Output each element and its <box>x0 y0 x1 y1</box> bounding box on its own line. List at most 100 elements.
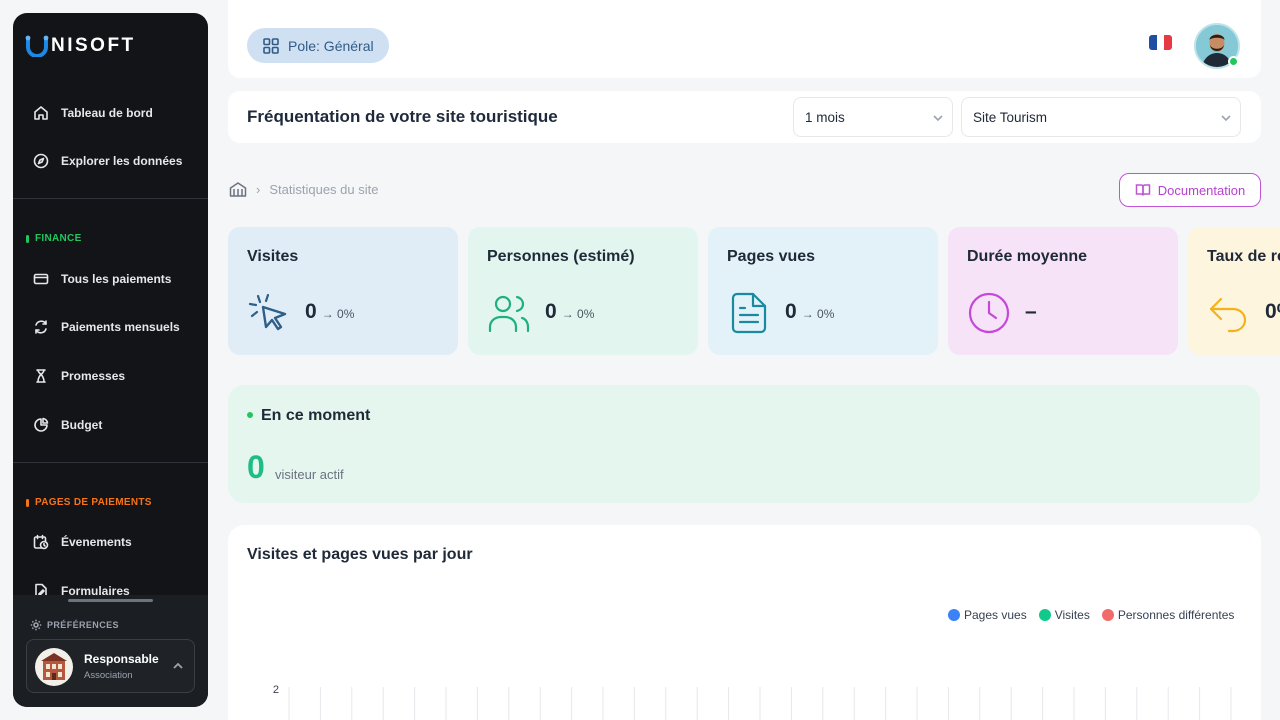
sidebar-divider <box>13 462 208 463</box>
user-switcher[interactable]: Responsable Association <box>26 639 195 693</box>
book-icon <box>1135 184 1151 196</box>
documentation-button[interactable]: Documentation <box>1119 173 1261 207</box>
stat-card-average-duration: Durée moyenne – <box>948 227 1178 355</box>
flag-stripe <box>1149 35 1157 50</box>
users-icon <box>488 295 530 333</box>
organization-avatar <box>35 648 73 686</box>
sidebar: NISOFT Tableau de bord Explorer les donn… <box>13 13 208 707</box>
chevron-up-icon <box>173 662 183 669</box>
stat-card-people: Personnes (estimé) 0 → 0% <box>468 227 698 355</box>
sidebar-item-label: Budget <box>61 418 103 432</box>
chart-plot-area: 2 <box>273 684 1232 720</box>
stat-card-title: Personnes (estimé) <box>487 248 635 265</box>
sidebar-item-label: Explorer les données <box>61 154 183 168</box>
stat-card-value: 0 <box>545 300 557 323</box>
live-visitor-label: visiteur actif <box>275 467 344 482</box>
sidebar-item-explore[interactable]: Explorer les données <box>33 153 182 169</box>
live-title: En ce moment <box>261 407 371 424</box>
breadcrumb-separator: › <box>256 181 261 197</box>
online-status-indicator <box>1228 56 1239 67</box>
compass-icon <box>33 153 49 169</box>
section-payment-pages: PAGES DE PAIEMENTS <box>26 497 152 508</box>
brand-mark-icon <box>25 35 49 57</box>
live-indicator-dot <box>247 412 253 418</box>
sidebar-scrollbar[interactable] <box>68 599 153 602</box>
sidebar-item-all-payments[interactable]: Tous les paiements <box>33 271 171 287</box>
flag-stripe <box>1156 35 1165 50</box>
language-flag-fr[interactable] <box>1149 35 1172 50</box>
sidebar-item-budget[interactable]: Budget <box>33 417 102 433</box>
page-title: Fréquentation de votre site touristique <box>247 107 558 126</box>
top-header: Pole: Général <box>228 0 1261 78</box>
stat-card-value-row: 0% <box>1265 300 1280 324</box>
stat-card-visits: Visites 0 → 0% <box>228 227 458 355</box>
page-title-bar: Fréquentation de votre site touristique … <box>228 91 1261 143</box>
brand-logo[interactable]: NISOFT <box>25 35 136 57</box>
chart-grid <box>288 687 1232 720</box>
sidebar-item-promises[interactable]: Promesses <box>33 368 125 384</box>
gear-icon <box>30 619 42 631</box>
section-finance: FINANCE <box>26 233 82 244</box>
stat-card-value: – <box>1025 300 1037 323</box>
user-role: Association <box>84 670 133 681</box>
sidebar-item-label: Promesses <box>61 369 126 383</box>
pole-selector-button[interactable]: Pole: Général <box>247 28 389 63</box>
stat-card-value-row: 0 → 0% <box>305 300 354 324</box>
clock-icon <box>968 292 1010 334</box>
stat-card-value: 0 <box>785 300 797 323</box>
section-marker <box>26 234 29 243</box>
stat-card-title: Visites <box>247 248 299 265</box>
y-tick-label: 2 <box>273 684 279 696</box>
sidebar-item-events[interactable]: Évenements <box>33 534 132 550</box>
sidebar-item-label: Paiements mensuels <box>61 320 180 334</box>
home-icon <box>34 106 48 120</box>
chevron-down-icon <box>1221 115 1231 122</box>
visits-chart-card: Visites et pages vues par jour Pages vue… <box>228 525 1261 720</box>
pie-chart-icon <box>34 417 49 432</box>
user-name: Responsable <box>84 652 159 666</box>
sidebar-divider <box>13 198 208 199</box>
sidebar-item-label: Tous les paiements <box>61 272 172 286</box>
site-select[interactable]: Site Tourism <box>961 97 1241 137</box>
section-marker <box>26 498 29 507</box>
stat-card-title: Pages vues <box>727 248 816 265</box>
preferences-section: PRÉFÉRENCES <box>30 619 119 631</box>
grid-icon <box>263 37 279 54</box>
sidebar-item-monthly-payments[interactable]: Paiements mensuels <box>33 319 180 335</box>
live-visitors-panel: En ce moment 0 visiteur actif <box>228 385 1260 503</box>
stat-card-page-views: Pages vues 0 → 0% <box>708 227 938 355</box>
breadcrumb-current: Statistiques du site <box>269 181 379 197</box>
stat-card-value-row: 0 → 0% <box>545 300 594 324</box>
hourglass-icon <box>36 369 46 383</box>
breadcrumb: › Statistiques du site <box>229 181 378 197</box>
pole-label: Pole: Général <box>288 37 374 54</box>
stat-card-title: Durée moyenne <box>967 248 1088 265</box>
building-icon[interactable] <box>229 181 247 197</box>
documentation-label: Documentation <box>1157 182 1246 198</box>
brand-name: NISOFT <box>51 35 136 56</box>
preferences-label: PRÉFÉRENCES <box>47 620 119 630</box>
section-payment-pages-label: PAGES DE PAIEMENTS <box>35 497 152 508</box>
stat-card-delta: → 0% <box>321 307 355 321</box>
period-select[interactable]: 1 mois <box>793 97 953 137</box>
stat-card-value-row: 0 → 0% <box>785 300 834 324</box>
sidebar-item-label: Évenements <box>61 535 132 549</box>
site-select-value: Site Tourism <box>973 109 1048 125</box>
stat-card-value: 0 <box>305 300 317 323</box>
chevron-down-icon <box>933 115 943 122</box>
document-icon <box>731 292 767 334</box>
credit-card-icon <box>33 273 49 285</box>
stat-card-value-row: – <box>1025 300 1037 324</box>
stat-card-value: 0% <box>1265 300 1280 323</box>
sidebar-footer: PRÉFÉRENCES Responsable Association <box>13 595 208 707</box>
sidebar-item-label: Tableau de bord <box>61 106 153 120</box>
stat-card-return-rate: Taux de re 0% <box>1188 227 1280 355</box>
calendar-clock-icon <box>33 534 49 550</box>
stat-card-title: Taux de re <box>1207 248 1280 265</box>
period-select-value: 1 mois <box>805 109 845 125</box>
flag-stripe <box>1164 35 1172 50</box>
sidebar-item-dashboard[interactable]: Tableau de bord <box>33 105 153 121</box>
cursor-click-icon <box>248 293 287 331</box>
stat-card-delta: → 0% <box>801 307 835 321</box>
refresh-icon <box>35 320 47 334</box>
